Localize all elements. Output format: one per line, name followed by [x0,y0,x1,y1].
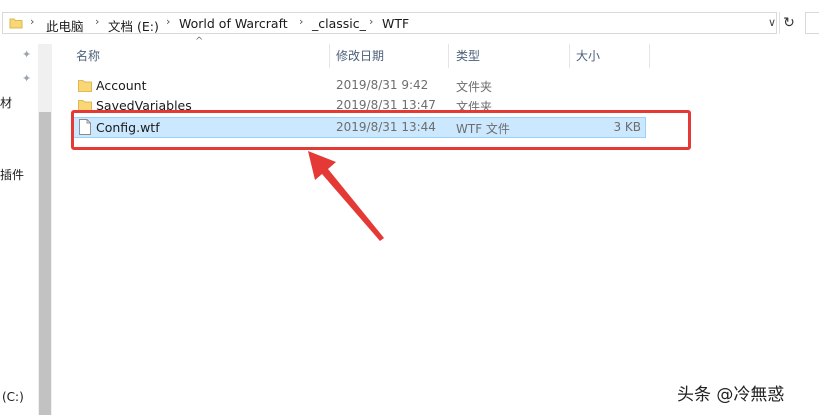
chevron-right-icon[interactable]: › [166,15,170,28]
search-input[interactable] [805,12,819,34]
address-bar[interactable]: › 此电脑 › 文档 (E:) › World of Warcraft › _c… [2,12,777,34]
column-header-size[interactable]: 大小 [576,44,646,68]
red-arrow-annotation [308,151,384,241]
file-row[interactable]: SavedVariables 2019/8/31 13:47 文件夹 [72,96,646,110]
column-header-name[interactable]: 名称 [76,44,326,68]
file-row[interactable]: Account 2019/8/31 9:42 文件夹 [72,76,646,96]
chevron-right-icon[interactable]: › [30,15,34,28]
file-name[interactable]: Account [96,78,146,93]
nav-item-plugins[interactable]: 插件 [0,166,24,183]
chevron-right-icon[interactable]: › [299,15,303,28]
folder-icon [78,100,92,110]
column-divider[interactable] [569,44,570,68]
chevron-down-icon[interactable]: ∨ [766,16,778,30]
address-bar-row: › 此电脑 › 文档 (E:) › World of Warcraft › _c… [0,0,819,44]
pin-icon[interactable]: ✦ [22,48,31,61]
nav-item-drive-c[interactable]: (C:) [2,390,24,404]
refresh-icon[interactable]: ↻ [779,12,798,34]
column-header-type[interactable]: 类型 [456,44,566,68]
folder-icon [78,80,92,92]
highlight-box [71,110,691,150]
breadcrumb-classic[interactable]: _classic_ [312,16,366,31]
folder-icon [9,18,23,29]
file-name[interactable]: SavedVariables [96,98,192,110]
column-divider[interactable] [448,44,449,68]
column-header-modified[interactable]: 修改日期 [336,44,446,68]
chevron-right-icon[interactable]: › [369,15,373,28]
watermark: 头条 @冷無惑 [677,385,785,405]
breadcrumb-world-of-warcraft[interactable]: World of Warcraft [179,16,288,31]
column-divider[interactable] [329,44,330,68]
breadcrumb-drive-e[interactable]: 文档 (E:) [108,16,159,35]
chevron-right-icon[interactable]: › [95,15,99,28]
column-divider[interactable] [649,44,650,68]
nav-scrollbar-thumb[interactable] [39,112,51,415]
pin-icon[interactable]: ✦ [22,72,31,85]
file-type: 文件夹 [456,80,493,94]
file-modified: 2019/8/31 13:47 [336,98,436,110]
breadcrumb-wtf[interactable]: WTF [382,16,409,31]
file-modified: 2019/8/31 9:42 [336,78,429,92]
file-type: 文件夹 [456,100,493,110]
breadcrumb-this-pc[interactable]: 此电脑 [46,16,84,35]
nav-item-partial[interactable]: 材 [0,94,12,111]
